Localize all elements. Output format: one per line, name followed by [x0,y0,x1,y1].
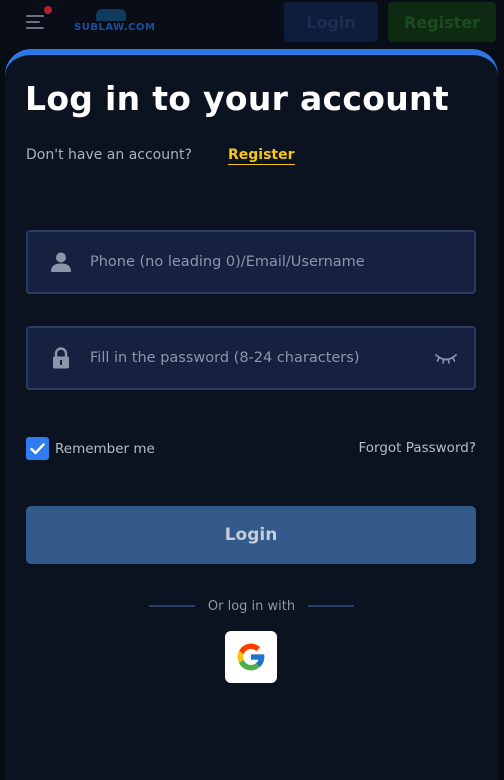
user-icon [51,252,71,272]
divider-line-right [308,605,355,607]
password-input[interactable] [90,328,430,388]
password-field[interactable] [26,326,476,390]
menu-icon[interactable] [26,12,48,32]
remember-me-toggle[interactable]: Remember me [26,437,155,460]
username-field[interactable] [26,230,476,294]
lock-icon [53,347,69,369]
divider-line-left [148,605,195,607]
header-register-button[interactable]: Register [388,2,496,42]
remember-me-checkbox[interactable] [26,437,49,460]
login-button[interactable]: Login [26,506,476,564]
google-icon [237,643,265,671]
checkmark-icon [30,442,45,454]
username-input[interactable] [90,232,430,292]
modal-title: Log in to your account [25,79,449,118]
divider-text: Or log in with [207,598,296,614]
top-header: SUBLAW.COM Login Register [0,0,504,50]
register-link[interactable]: Register [228,147,295,165]
account-prompt: Don't have an account? [26,147,192,163]
header-login-button[interactable]: Login [284,2,378,42]
google-login-button[interactable] [225,631,277,683]
logo-mark [96,9,126,21]
forgot-password-link[interactable]: Forgot Password? [359,440,477,456]
eye-closed-icon[interactable] [434,350,458,366]
social-divider: Or log in with [5,598,498,614]
notification-dot [44,6,52,14]
logo-text: SUBLAW.COM [74,22,156,33]
login-modal: Log in to your account Don't have an acc… [5,50,498,780]
site-logo[interactable]: SUBLAW.COM [70,9,156,35]
remember-me-label: Remember me [55,440,155,457]
